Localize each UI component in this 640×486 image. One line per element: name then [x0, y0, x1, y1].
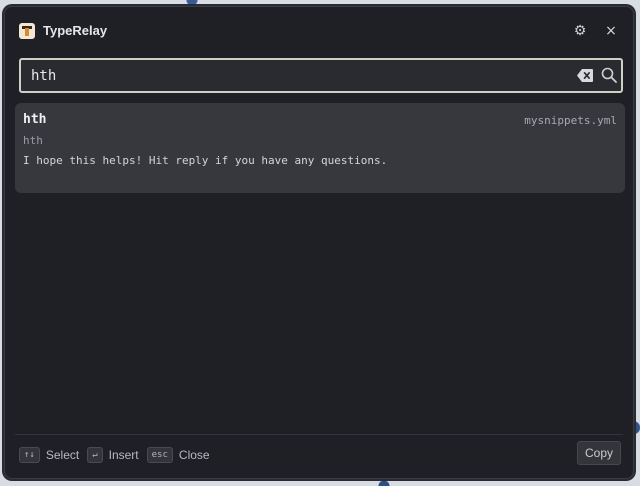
footer-hints: ↑↓ Select ↵ Insert esc Close: [19, 445, 619, 465]
result-trigger: hth: [23, 112, 47, 127]
app-window: TypeRelay ⚙ × hth mysnippets.yml hth I h…: [4, 6, 634, 479]
search-box: [19, 58, 623, 93]
gear-icon[interactable]: ⚙: [571, 22, 589, 40]
insert-key-badge: ↵: [87, 447, 103, 463]
search-input[interactable]: [31, 64, 561, 88]
close-hint-label: Close: [178, 448, 210, 462]
result-item[interactable]: hth mysnippets.yml hth I hope this helps…: [15, 103, 625, 193]
copy-button[interactable]: Copy: [577, 441, 621, 465]
titlebar: TypeRelay ⚙ ×: [5, 7, 633, 55]
footer-divider: [15, 434, 623, 435]
close-key-badge: esc: [146, 447, 173, 463]
select-hint-label: Select: [45, 448, 80, 462]
result-source-file: mysnippets.yml: [524, 114, 617, 127]
close-icon[interactable]: ×: [602, 22, 620, 40]
typerelay-logo-icon: [19, 23, 35, 39]
app-title: TypeRelay: [43, 23, 108, 38]
search-icon[interactable]: [601, 67, 617, 83]
backspace-clear-icon[interactable]: [577, 69, 593, 82]
select-key-badge: ↑↓: [19, 447, 40, 463]
result-label: hth: [23, 134, 43, 147]
insert-hint-label: Insert: [108, 448, 139, 462]
result-preview: I hope this helps! Hit reply if you have…: [23, 154, 388, 167]
